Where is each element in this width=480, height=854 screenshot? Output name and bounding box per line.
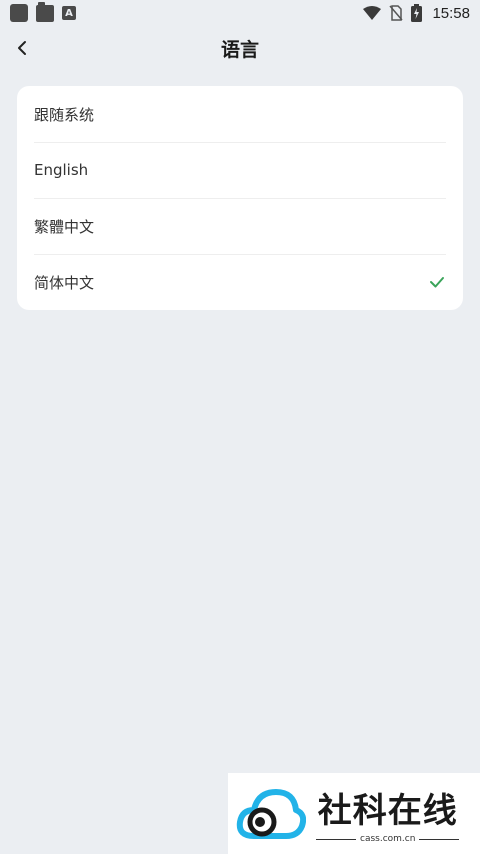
language-label: English <box>34 161 89 179</box>
language-label: 跟随系统 <box>34 105 95 124</box>
status-left: A <box>10 1 76 22</box>
watermark-url: cass.com.cn <box>360 834 416 844</box>
cloud-eye-logo-icon <box>236 788 306 839</box>
divider <box>316 838 356 840</box>
check-icon <box>430 277 444 288</box>
no-sim-icon <box>389 5 404 21</box>
wifi-icon <box>363 6 382 20</box>
watermark-text: 社科在线 cass.com.cn <box>316 783 460 844</box>
watermark: 社科在线 cass.com.cn <box>228 773 480 854</box>
language-option-english[interactable]: English <box>17 142 463 198</box>
status-time: 15:58 <box>432 4 470 22</box>
divider <box>419 838 460 840</box>
battery-charging-icon <box>411 4 423 22</box>
status-bar: A 15:58 <box>0 0 480 26</box>
language-option-follow-system[interactable]: 跟随系统 <box>17 86 463 142</box>
notification-folder-icon <box>36 1 54 22</box>
status-right: 15:58 <box>363 4 470 22</box>
page-title: 语言 <box>220 38 259 61</box>
notification-app-icon <box>10 4 28 22</box>
chevron-left-icon <box>18 41 26 55</box>
back-button[interactable] <box>10 36 34 60</box>
notification-a-icon: A <box>62 6 76 20</box>
language-list: 跟随系统 English 繁體中文 简体中文 <box>17 86 463 310</box>
language-option-simplified-chinese[interactable]: 简体中文 <box>17 254 463 310</box>
language-label: 繁體中文 <box>34 217 95 236</box>
header: 语言 <box>0 26 480 70</box>
watermark-url-row: cass.com.cn <box>316 834 460 844</box>
language-label: 简体中文 <box>34 273 95 292</box>
watermark-name: 社科在线 <box>317 791 458 831</box>
language-option-traditional-chinese[interactable]: 繁體中文 <box>17 198 463 254</box>
